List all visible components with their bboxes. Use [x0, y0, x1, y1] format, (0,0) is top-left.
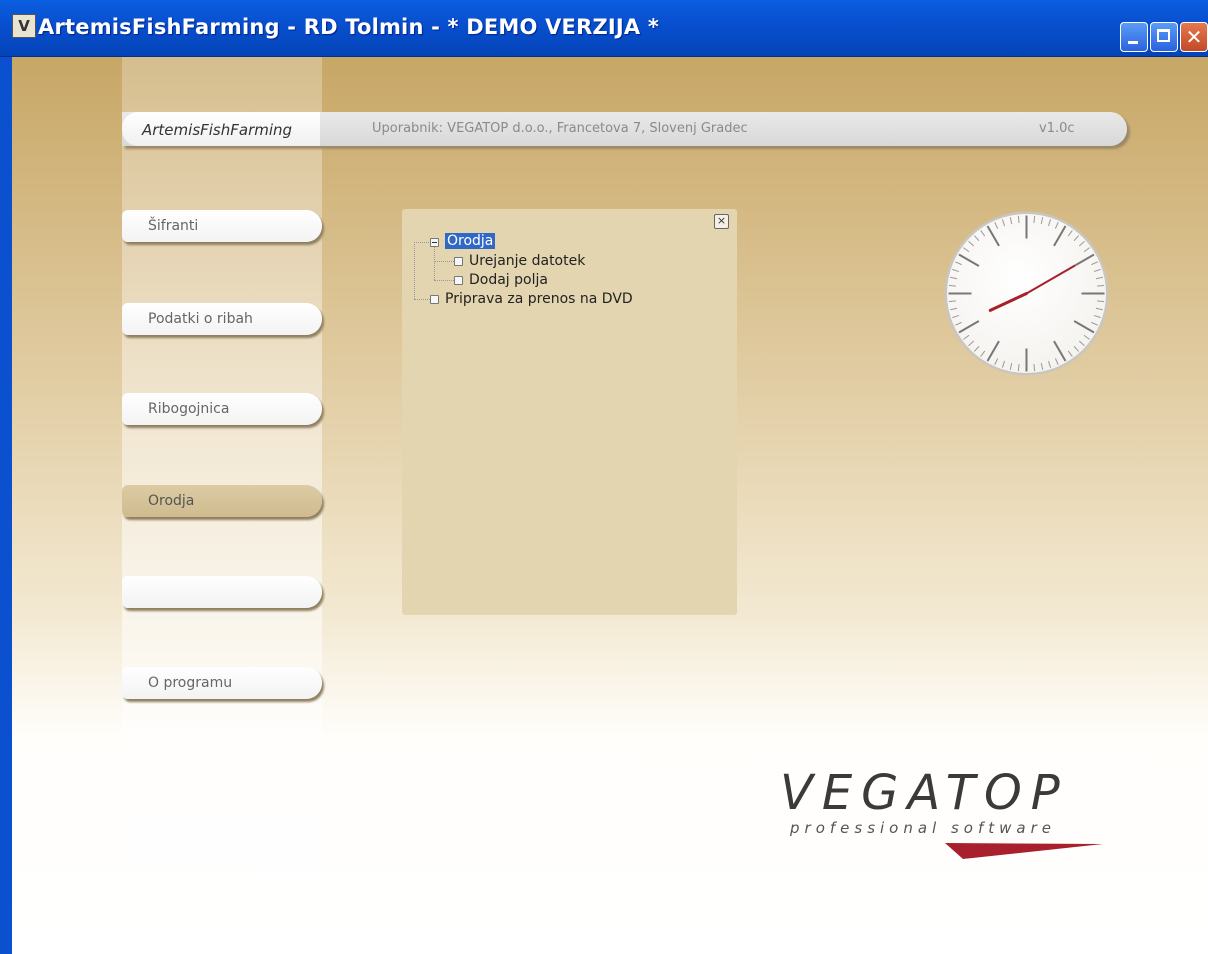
minimize-button[interactable] — [1120, 22, 1148, 52]
logo-name: VEGATOP — [780, 765, 1069, 821]
tree-node-orodja[interactable]: Orodja — [445, 233, 496, 249]
app-icon: V — [12, 14, 36, 38]
analog-clock — [944, 211, 1109, 376]
logo-tagline: professional software — [790, 819, 1056, 837]
nav-o-programu-button[interactable]: O programu — [122, 667, 322, 699]
nav-empty-button[interactable] — [122, 576, 322, 608]
tools-panel: × Orodja Urejanje datotek Dodaj polja Pr… — [402, 209, 737, 615]
nav-label: Šifranti — [148, 218, 199, 234]
vegatop-logo: VEGATOP professional software — [780, 765, 1103, 859]
window-left-border — [0, 57, 12, 954]
tree-collapse-icon[interactable] — [430, 238, 439, 247]
tree-leaf-icon — [454, 257, 463, 266]
minimize-icon — [1128, 41, 1138, 44]
nav-label: Podatki o ribah — [148, 311, 253, 327]
tree-node-dodaj-polja[interactable]: Dodaj polja — [469, 272, 548, 288]
nav-ribogojnica-button[interactable]: Ribogojnica — [122, 393, 322, 425]
nav-label: Ribogojnica — [148, 401, 230, 417]
tree-line — [434, 261, 454, 262]
logo-swoosh — [945, 843, 1103, 859]
panel-close-button[interactable]: × — [714, 214, 729, 229]
header-bar: ArtemisFishFarming Uporabnik: VEGATOP d.… — [122, 112, 1127, 146]
window-titlebar[interactable]: V ArtemisFishFarming - RD Tolmin - * DEM… — [0, 0, 1208, 57]
tree-node-label: Orodja — [445, 233, 496, 249]
tree-line — [414, 242, 429, 243]
close-icon: ✕ — [1185, 25, 1203, 49]
window-title: ArtemisFishFarming - RD Tolmin - * DEMO … — [38, 15, 660, 39]
tree-line — [414, 242, 415, 299]
tree-line — [414, 299, 430, 300]
nav-sifranti-button[interactable]: Šifranti — [122, 210, 322, 242]
tree-node-urejanje-datotek[interactable]: Urejanje datotek — [469, 253, 585, 269]
nav-label: O programu — [148, 675, 233, 691]
close-button[interactable]: ✕ — [1180, 22, 1208, 52]
user-info: Uporabnik: VEGATOP d.o.o., Francetova 7,… — [372, 121, 748, 136]
tree-leaf-icon — [454, 276, 463, 285]
version-label: v1.0c — [1039, 121, 1075, 136]
tree-node-priprava-dvd[interactable]: Priprava za prenos na DVD — [445, 291, 633, 307]
brand-tab: ArtemisFishFarming — [122, 112, 320, 146]
maximize-icon — [1157, 29, 1170, 42]
nav-podatki-o-ribah-button[interactable]: Podatki o ribah — [122, 303, 322, 335]
tree-line — [434, 280, 454, 281]
tree-line — [434, 247, 435, 280]
nav-orodja-button[interactable]: Orodja — [122, 485, 322, 517]
tree-leaf-icon — [430, 295, 439, 304]
brand-label: ArtemisFishFarming — [142, 121, 293, 139]
maximize-button[interactable] — [1150, 22, 1178, 52]
nav-label: Orodja — [148, 493, 195, 509]
